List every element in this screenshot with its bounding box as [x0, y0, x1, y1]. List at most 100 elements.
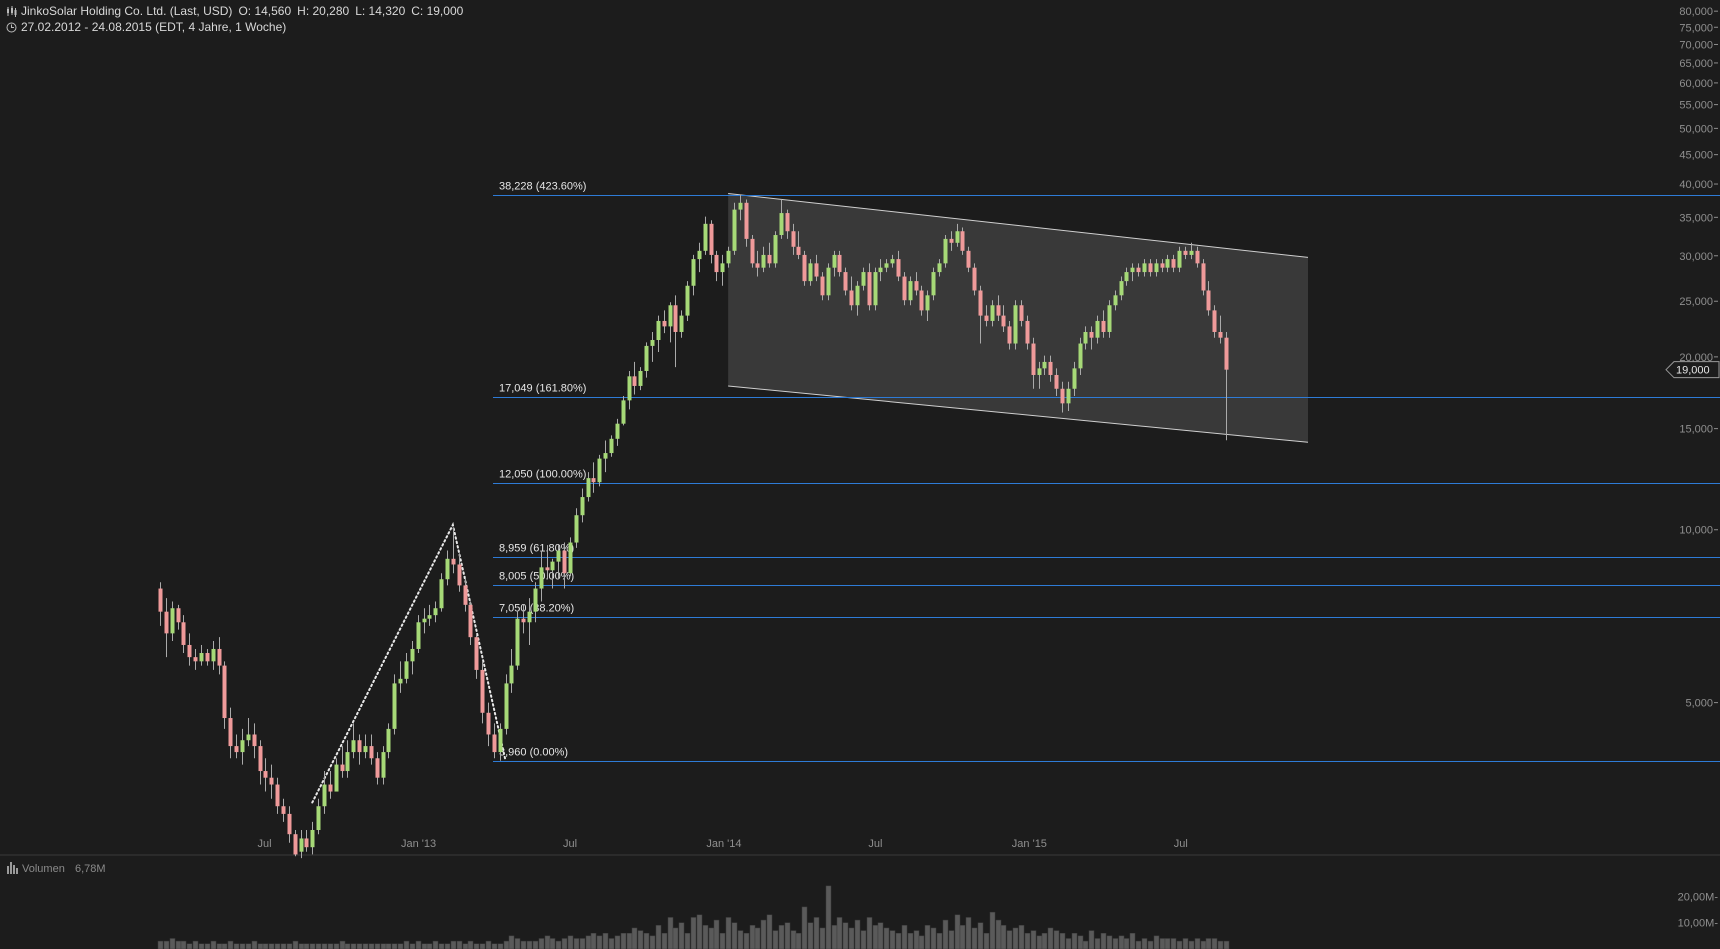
- candle: [568, 537, 573, 577]
- candle-body: [990, 305, 995, 321]
- y-tick-label: 45,000: [1679, 150, 1713, 162]
- volume-bar: [1100, 932, 1107, 949]
- candle: [627, 370, 632, 410]
- volume-bar: [842, 922, 849, 949]
- volume-bar: [918, 935, 925, 949]
- candle-body: [492, 734, 497, 753]
- volume-value: 6,78M: [75, 863, 106, 875]
- volume-bar: [573, 938, 580, 949]
- candle: [340, 746, 345, 778]
- candle-body: [498, 728, 503, 753]
- candle-body: [1165, 259, 1170, 268]
- candle: [714, 250, 719, 282]
- candle: [486, 702, 491, 747]
- volume-bar: [1012, 927, 1019, 949]
- volume-bar: [549, 938, 556, 949]
- candle-body: [222, 665, 227, 719]
- volume-bar: [965, 917, 972, 949]
- candle-body: [1177, 250, 1182, 268]
- volume-bar: [350, 943, 357, 949]
- volume-bar: [1065, 938, 1072, 949]
- candle: [381, 746, 386, 785]
- candle-body: [668, 305, 673, 327]
- volume-bar: [397, 943, 404, 949]
- candle-body: [960, 231, 965, 251]
- volume-bar: [772, 930, 779, 949]
- candle: [439, 573, 444, 612]
- candle: [691, 254, 696, 296]
- volume-bar: [1053, 930, 1060, 949]
- volume-bar: [503, 940, 510, 949]
- candle-body: [638, 370, 643, 386]
- candle-body: [919, 290, 924, 311]
- volume-bar: [813, 917, 820, 949]
- fib-level-label: 17,049 (161.80%): [499, 383, 586, 395]
- candle: [515, 611, 520, 670]
- x-tick-label: Jan '15: [1012, 838, 1047, 850]
- candle-body: [568, 542, 573, 574]
- candle-body: [802, 254, 807, 282]
- candle: [246, 718, 251, 747]
- candle-body: [978, 290, 983, 316]
- candle: [287, 806, 292, 843]
- candle-body: [820, 276, 825, 296]
- volume-bar: [385, 943, 392, 949]
- candle-body: [369, 746, 374, 759]
- candle-body: [527, 611, 532, 623]
- volume-bar: [257, 943, 264, 949]
- candle-body: [398, 678, 403, 684]
- candle-body: [826, 267, 831, 296]
- volume-bar: [848, 927, 855, 949]
- y-tick-label: 55,000: [1679, 100, 1713, 112]
- candle-body: [679, 315, 684, 332]
- volume-bar: [1000, 925, 1007, 949]
- volume-bar: [1147, 940, 1154, 949]
- volume-bar: [298, 943, 305, 949]
- candle-body: [603, 453, 608, 459]
- volume-bar: [467, 940, 474, 949]
- candle-body: [316, 806, 321, 830]
- candle-body: [662, 320, 667, 327]
- volume-bar: [1141, 938, 1148, 949]
- candle: [357, 734, 362, 765]
- candle-body: [673, 305, 678, 332]
- candle-body: [515, 618, 520, 666]
- volume-bar: [403, 940, 410, 949]
- candle-body: [480, 669, 485, 713]
- candle-body: [509, 665, 514, 684]
- volume-bar: [620, 932, 627, 949]
- candle: [709, 220, 714, 264]
- fib-level-label: 38,228 (423.60%): [499, 181, 586, 193]
- candle: [422, 608, 427, 634]
- candle: [621, 395, 626, 426]
- y-tick-label: 5,000: [1685, 698, 1713, 710]
- candle: [240, 728, 245, 765]
- candle: [398, 661, 403, 693]
- volume-bar: [1211, 938, 1218, 949]
- volume-bar: [649, 935, 656, 949]
- candle: [644, 342, 649, 378]
- candle-body: [855, 285, 860, 306]
- volume-bar: [895, 932, 902, 949]
- candle-body: [404, 661, 409, 679]
- candle-body: [322, 784, 327, 807]
- candle-body: [375, 758, 380, 778]
- volume-bar: [473, 943, 480, 949]
- candle-body: [972, 267, 977, 291]
- candle: [252, 723, 257, 759]
- candle-body: [632, 376, 637, 386]
- candle-body: [750, 238, 755, 264]
- candle-body: [193, 657, 198, 662]
- candle: [299, 830, 304, 859]
- candle-body: [814, 263, 819, 277]
- candle-body: [439, 579, 444, 609]
- candle-body: [1031, 343, 1036, 375]
- volume-bar: [731, 922, 738, 949]
- candle-body: [849, 290, 854, 306]
- y-tick-label: 30,000: [1679, 251, 1713, 263]
- volume-bar: [456, 940, 463, 949]
- price-chart[interactable]: 38,228 (423.60%) 17,049 (161.80%) 12,050 (…: [0, 0, 1720, 949]
- candle-body: [468, 604, 473, 638]
- candle-body: [761, 254, 766, 268]
- candle: [316, 798, 321, 835]
